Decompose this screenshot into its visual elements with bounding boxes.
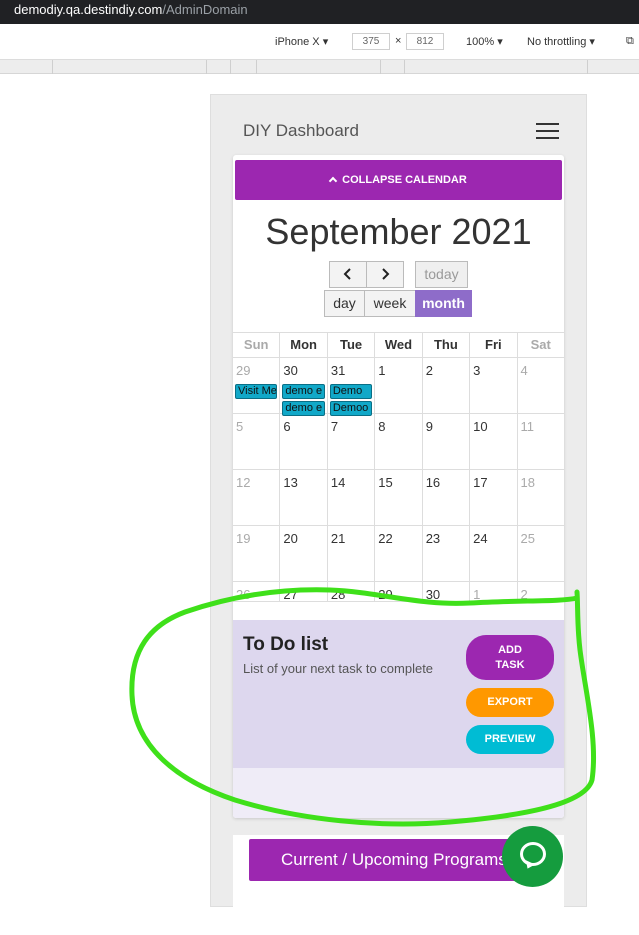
todo-footer [233,768,564,818]
calendar-event[interactable]: demo e [282,384,325,399]
day-cell[interactable]: 12 [233,470,279,525]
month-title: September 2021 [265,211,532,252]
weekday-sun: Sun [243,337,269,352]
calendar-event[interactable]: Visit Me [235,384,278,399]
collapse-calendar-button[interactable]: COLLAPSE CALENDAR [235,160,562,200]
viewport-height-input[interactable]: 812 [406,33,444,50]
weekday-mon: Mon [279,333,326,357]
url-path: /AdminDomain [162,2,248,17]
day-cell[interactable]: 17 [469,470,516,525]
week-row: 19 20 21 22 23 24 25 [233,526,564,582]
day-cell[interactable]: 30 [421,582,469,602]
rotate-icon[interactable]: ⧉ [626,35,639,48]
todo-title: To Do list [243,634,329,655]
month-view-button[interactable]: month [415,290,472,317]
prev-month-button[interactable] [329,261,367,288]
weekday-tue: Tue [326,333,374,357]
day-cell[interactable]: 20 [279,526,326,581]
calendar-card: COLLAPSE CALENDAR September 2021 today d… [233,155,564,818]
weekday-header: Sun Mon Tue Wed Thu Fri Sat [233,332,564,358]
next-month-button[interactable] [366,261,404,288]
export-button[interactable]: EXPORT [466,688,554,717]
day-cell[interactable]: 29 [374,582,421,602]
device-select[interactable]: iPhone X ▾ [275,35,328,48]
day-cell[interactable]: 28 [326,582,374,602]
day-cell[interactable]: 14 [326,470,374,525]
weekday-thu: Thu [421,333,469,357]
day-cell[interactable]: 26 [233,582,279,602]
week-row: 29 Visit Me 30 demo e demo e 31 Demo Dem… [233,358,564,416]
day-cell[interactable]: 3 [469,358,516,413]
day-cell[interactable]: 2 [421,358,469,413]
day-cell[interactable]: 8 [374,414,421,469]
add-task-button[interactable]: ADD TASK [466,635,554,680]
url-host: demodiy.qa.destindiy.com [14,2,163,17]
today-button[interactable]: today [415,261,468,288]
throttle-select[interactable]: No throttling ▾ [527,35,595,48]
hamburger-icon[interactable] [536,123,559,139]
day-cell[interactable]: 31 Demo Demoo [326,358,374,416]
day-cell[interactable]: 30 demo e demo e [279,358,326,416]
day-cell[interactable]: 7 [326,414,374,469]
media-query-ruler [0,60,639,74]
chat-bubble-icon[interactable] [502,826,563,887]
day-cell[interactable]: 13 [279,470,326,525]
week-view-button[interactable]: week [364,290,416,317]
device-toolbar: iPhone X ▾ 375 × 812 100% ▾ No throttlin… [0,24,639,60]
day-cell[interactable]: 25 [516,526,564,581]
day-cell[interactable]: 5 [233,414,279,469]
dashboard-title: DIY Dashboard [243,121,359,140]
browser-url-bar[interactable]: demodiy.qa.destindiy.com/AdminDomain [0,0,639,24]
weekday-sat: Sat [516,333,564,357]
month-grid: Sun Mon Tue Wed Thu Fri Sat 29 Visit Me … [233,332,564,602]
day-cell[interactable]: 1 [469,582,516,602]
calendar-event[interactable]: Demo [329,384,373,399]
day-cell[interactable]: 9 [421,414,469,469]
day-cell[interactable]: 15 [374,470,421,525]
day-cell[interactable]: 4 [516,358,564,413]
day-view-button[interactable]: day [324,290,365,317]
day-cell[interactable]: 16 [421,470,469,525]
day-cell[interactable]: 23 [421,526,469,581]
day-cell[interactable]: 11 [516,414,564,469]
day-cell[interactable]: 29 Visit Me [233,358,279,413]
todo-subtitle: List of your next task to complete [243,661,434,676]
day-cell[interactable]: 2 [516,582,564,602]
day-cell[interactable]: 6 [279,414,326,469]
chevron-right-icon [382,268,390,280]
times-sign: × [395,35,402,47]
chevron-left-icon [343,268,351,280]
week-row: 5 6 7 8 9 10 11 [233,414,564,470]
day-cell[interactable]: 22 [374,526,421,581]
viewport-width-input[interactable]: 375 [352,33,390,50]
day-cell[interactable]: 18 [516,470,564,525]
week-row: 12 13 14 15 16 17 18 [233,470,564,526]
day-cell[interactable]: 10 [469,414,516,469]
day-cell[interactable]: 24 [469,526,516,581]
day-cell[interactable]: 27 [279,582,326,602]
weekday-wed: Wed [374,333,421,357]
day-cell[interactable]: 1 [374,358,421,413]
chevron-up-icon [328,176,338,186]
preview-button[interactable]: PREVIEW [466,725,554,754]
day-cell[interactable]: 21 [326,526,374,581]
todo-panel: To Do list List of your next task to com… [233,620,564,768]
mobile-viewport: DIY Dashboard COLLAPSE CALENDAR Septembe… [210,94,587,908]
weekday-fri: Fri [469,333,516,357]
day-cell[interactable]: 19 [233,526,279,581]
zoom-select[interactable]: 100% ▾ [466,35,503,48]
week-row: 26 27 28 29 30 1 2 [233,582,564,602]
